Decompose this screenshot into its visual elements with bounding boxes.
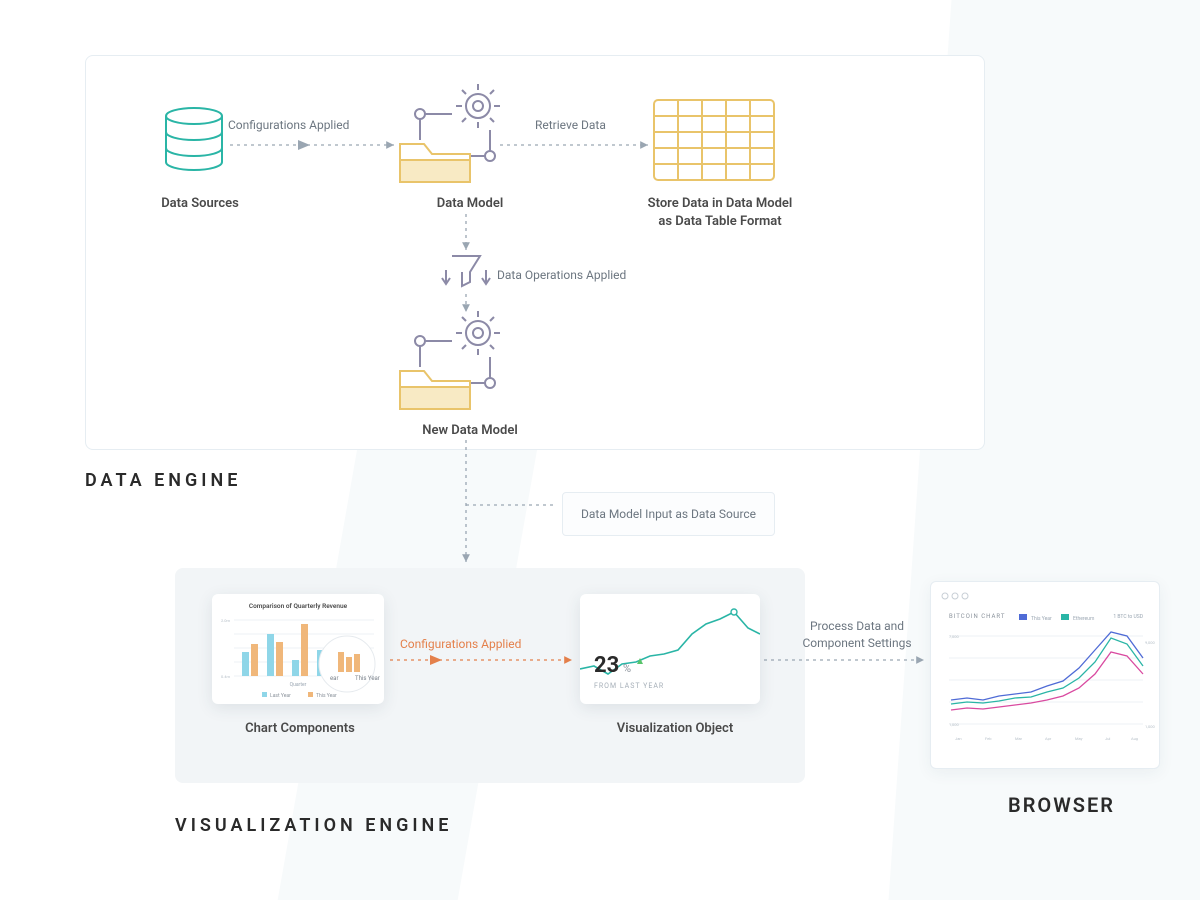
section-title-data-engine: DATA ENGINE (85, 470, 241, 491)
edge-label-process-data: Process Data and Component Settings (782, 618, 932, 652)
svg-text:1,000: 1,000 (1145, 724, 1155, 729)
svg-text:Ethereum: Ethereum (1073, 616, 1095, 622)
viz-object-card: 23 % FROM LAST YEAR (580, 594, 760, 704)
svg-text:Jul: Jul (1105, 736, 1110, 741)
svg-text:Aug: Aug (1131, 736, 1138, 741)
svg-text:Jan: Jan (955, 736, 962, 741)
svg-text:7,000: 7,000 (949, 634, 960, 639)
svg-text:0.4m: 0.4m (221, 674, 231, 679)
svg-text:This Year: This Year (355, 675, 380, 682)
svg-text:Feb: Feb (985, 736, 992, 741)
edge-label-configs-top: Configurations Applied (228, 117, 349, 134)
thumb-axis-quarter: Quarter (290, 682, 307, 688)
svg-text:2.0m: 2.0m (221, 618, 231, 623)
edge-label-configs-mid: Configurations Applied (400, 636, 521, 653)
browser-chart-title: BITCOIN CHART (949, 613, 1005, 620)
svg-text:May: May (1075, 736, 1083, 741)
svg-text:ear: ear (330, 675, 338, 682)
svg-text:9,000: 9,000 (1145, 640, 1155, 645)
svg-text:This Year: This Year (1031, 616, 1052, 622)
label-viz-object: Visualization Object (580, 720, 770, 738)
svg-text:1,000: 1,000 (949, 722, 960, 727)
viz-caption: FROM LAST YEAR (594, 682, 664, 690)
label-new-data-model: New Data Model (395, 422, 545, 440)
svg-text:Last Year: Last Year (270, 693, 291, 699)
section-title-viz-engine: VISUALIZATION ENGINE (175, 815, 452, 836)
thumb-chart-title: Comparison of Quarterly Revenue (249, 602, 348, 610)
browser-card: BITCOIN CHART This Year Ethereum 1 BTC t… (930, 581, 1160, 769)
svg-text:Mar: Mar (1015, 736, 1023, 741)
label-store-data: Store Data in Data Model as Data Table F… (610, 195, 830, 231)
label-data-model: Data Model (410, 195, 530, 213)
viz-value: 23 (594, 653, 619, 678)
section-title-browser: BROWSER (1008, 793, 1115, 817)
viz-pct: % (623, 662, 631, 675)
data-model-input-box: Data Model Input as Data Source (562, 492, 775, 536)
browser-rate: 1 BTC to USD (1113, 614, 1143, 620)
label-data-sources: Data Sources (140, 195, 260, 213)
data-engine-panel (85, 55, 985, 450)
svg-text:This Year: This Year (316, 693, 337, 699)
chart-components-card: Comparison of Quarterly Revenue 2.0m 0.4… (212, 594, 384, 704)
svg-text:Apr: Apr (1045, 736, 1052, 741)
label-data-operations: Data Operations Applied (497, 267, 626, 284)
label-chart-components: Chart Components (210, 720, 390, 738)
edge-label-retrieve-data: Retrieve Data (535, 117, 606, 134)
